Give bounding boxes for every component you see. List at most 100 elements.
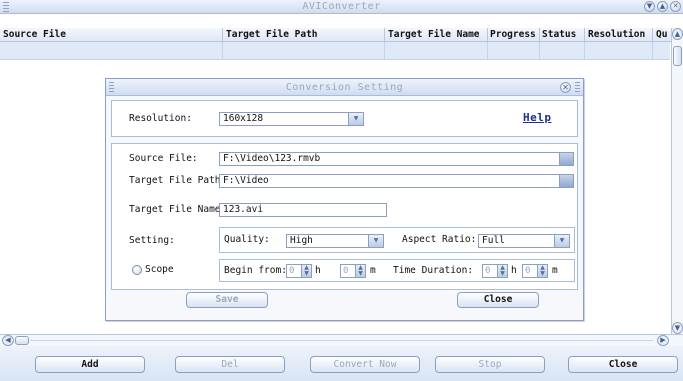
scope-label: Scope [145,264,174,275]
scroll-up-button[interactable]: ▲ [672,28,683,40]
table-cell [540,42,585,60]
source-file-label: Source File: [129,153,198,164]
delete-button[interactable]: Del [175,356,285,373]
hour-unit: h [511,265,517,276]
time-duration-label: Time Duration: [393,265,474,276]
horizontal-scrollbar[interactable]: ◀ ▶ [0,334,683,346]
stepper-arrows-icon[interactable]: ▲ ▼ [355,265,365,277]
browse-source-button[interactable] [559,153,573,165]
column-divider[interactable] [584,28,585,41]
window-controls: ▼ ▲ ✕ [644,1,681,12]
convert-now-button[interactable]: Convert Now [310,356,420,373]
dropdown-arrow-icon[interactable]: ▼ [368,235,383,247]
begin-hour-stepper[interactable]: 0 ▲ ▼ [286,264,312,278]
conversion-setting-dialog: Conversion Setting ✕ Resolution: 160x128… [105,78,584,321]
scroll-track [30,340,653,341]
close-icon: ✕ [672,2,679,10]
vertical-scrollbar[interactable]: ▲ ▼ [671,28,683,334]
source-file-value: F:\Video\123.rmvb [223,153,321,164]
table-cell [585,42,653,60]
column-header-resolution[interactable]: Resolution [588,28,645,41]
maximize-button[interactable]: ▲ [657,1,668,12]
begin-minute-value: 0 [343,266,349,276]
dialog-close-button[interactable]: ✕ [560,82,571,93]
main-title-bar: AVIConverter ▼ ▲ ✕ [0,0,683,14]
add-button[interactable]: Add [35,356,145,373]
stepper-arrows-icon[interactable]: ▲ ▼ [301,265,311,277]
resolution-panel: Resolution: 160x128 ▼ Help [111,100,578,137]
target-name-label: Target File Name: [129,204,227,215]
chevron-up-icon: ▲ [659,2,666,10]
column-header-source-file[interactable]: Source File [3,28,66,41]
duration-hour-stepper[interactable]: 0 ▲ ▼ [482,264,508,278]
target-name-field[interactable]: 123.avi [219,203,387,217]
column-divider[interactable] [487,28,488,41]
close-button[interactable]: Close [568,356,678,373]
vertical-scroll-thumb[interactable] [673,46,682,66]
column-divider[interactable] [384,28,385,41]
column-header-target-name[interactable]: Target File Name [388,28,480,41]
table-header: Source File Target File Path Target File… [0,28,676,42]
begin-from-label: Begin from: [224,265,287,276]
drag-grip-icon [575,82,580,92]
target-path-field[interactable]: F:\Video [219,174,574,188]
column-divider[interactable] [539,28,540,41]
duration-minute-stepper[interactable]: 0 ▲ ▼ [522,264,548,278]
quality-label: Quality: [224,234,270,245]
table-cell [488,42,540,60]
minute-unit: m [552,265,558,276]
aspect-ratio-value: Full [482,235,505,246]
column-divider[interactable] [222,28,223,41]
scope-group: Begin from: 0 ▲ ▼ h 0 ▲ ▼ m Time Duration:… [219,259,575,282]
horizontal-scroll-thumb[interactable] [15,336,29,345]
duration-hour-value: 0 [485,266,491,276]
source-file-field[interactable]: F:\Video\123.rmvb [219,152,574,166]
setting-label: Setting: [129,235,175,246]
chevron-down-icon: ▼ [674,324,681,332]
target-path-label: Target File Path: [129,175,227,186]
resolution-label: Resolution: [129,113,192,124]
scroll-left-button[interactable]: ◀ [2,335,14,346]
chevron-right-icon: ▶ [660,336,666,344]
scroll-down-button[interactable]: ▼ [672,322,683,334]
dropdown-arrow-icon[interactable]: ▼ [554,235,569,247]
minimize-button[interactable]: ▼ [644,1,655,12]
stepper-arrows-icon[interactable]: ▲ ▼ [537,265,547,277]
resolution-value: 160x128 [223,113,264,124]
stepper-arrows-icon[interactable]: ▲ ▼ [497,265,507,277]
dialog-close-text-button[interactable]: Close [457,292,539,308]
close-window-button[interactable]: ✕ [670,1,681,12]
quality-value: High [290,235,313,246]
target-name-value: 123.avi [223,204,264,215]
scope-radio[interactable] [132,265,142,275]
aspect-ratio-select[interactable]: Full ▼ [478,234,570,248]
stop-button[interactable]: Stop [435,356,545,373]
quality-select[interactable]: High ▼ [286,234,384,248]
table-row[interactable] [0,42,670,60]
dialog-title-bar[interactable]: Conversion Setting ✕ [106,79,583,96]
column-header-target-path[interactable]: Target File Path [226,28,318,41]
dialog-title: Conversion Setting [285,82,404,93]
chevron-up-icon: ▲ [674,30,681,38]
table-cell [0,42,223,60]
help-link[interactable]: Help [523,111,552,124]
quality-aspect-group: Quality: High ▼ Aspect Ratio: Full ▼ [219,227,575,253]
begin-minute-stepper[interactable]: 0 ▲ ▼ [340,264,366,278]
column-header-quality[interactable]: Qu [656,28,667,41]
chevron-left-icon: ◀ [5,336,11,344]
browse-target-button[interactable] [559,175,573,187]
column-header-status[interactable]: Status [542,28,576,41]
begin-hour-value: 0 [289,266,295,276]
chevron-down-icon: ▼ [646,2,653,10]
minute-unit: m [370,265,376,276]
save-button[interactable]: Save [186,292,268,308]
dropdown-arrow-icon[interactable]: ▼ [348,113,363,125]
scroll-right-button[interactable]: ▶ [657,335,669,346]
column-divider[interactable] [652,28,653,41]
aspect-ratio-label: Aspect Ratio: [402,234,477,245]
column-header-progress[interactable]: Progress [490,28,536,41]
resolution-select[interactable]: 160x128 ▼ [219,112,364,126]
close-icon: ✕ [562,83,569,92]
bottom-toolbar: Add Del Convert Now Stop Close [0,346,683,381]
duration-minute-value: 0 [525,266,531,276]
